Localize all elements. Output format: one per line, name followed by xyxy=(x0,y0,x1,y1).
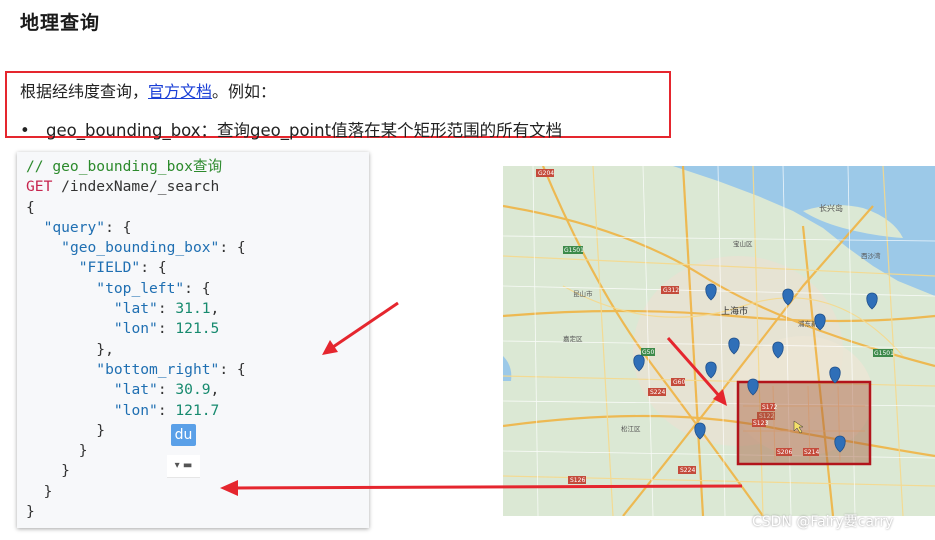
arrow-from-map xyxy=(234,484,743,490)
watermark: CSDN @Fairy要carry xyxy=(752,514,894,530)
annotation-arrows xyxy=(220,301,743,496)
arrow-to-code xyxy=(332,301,399,349)
